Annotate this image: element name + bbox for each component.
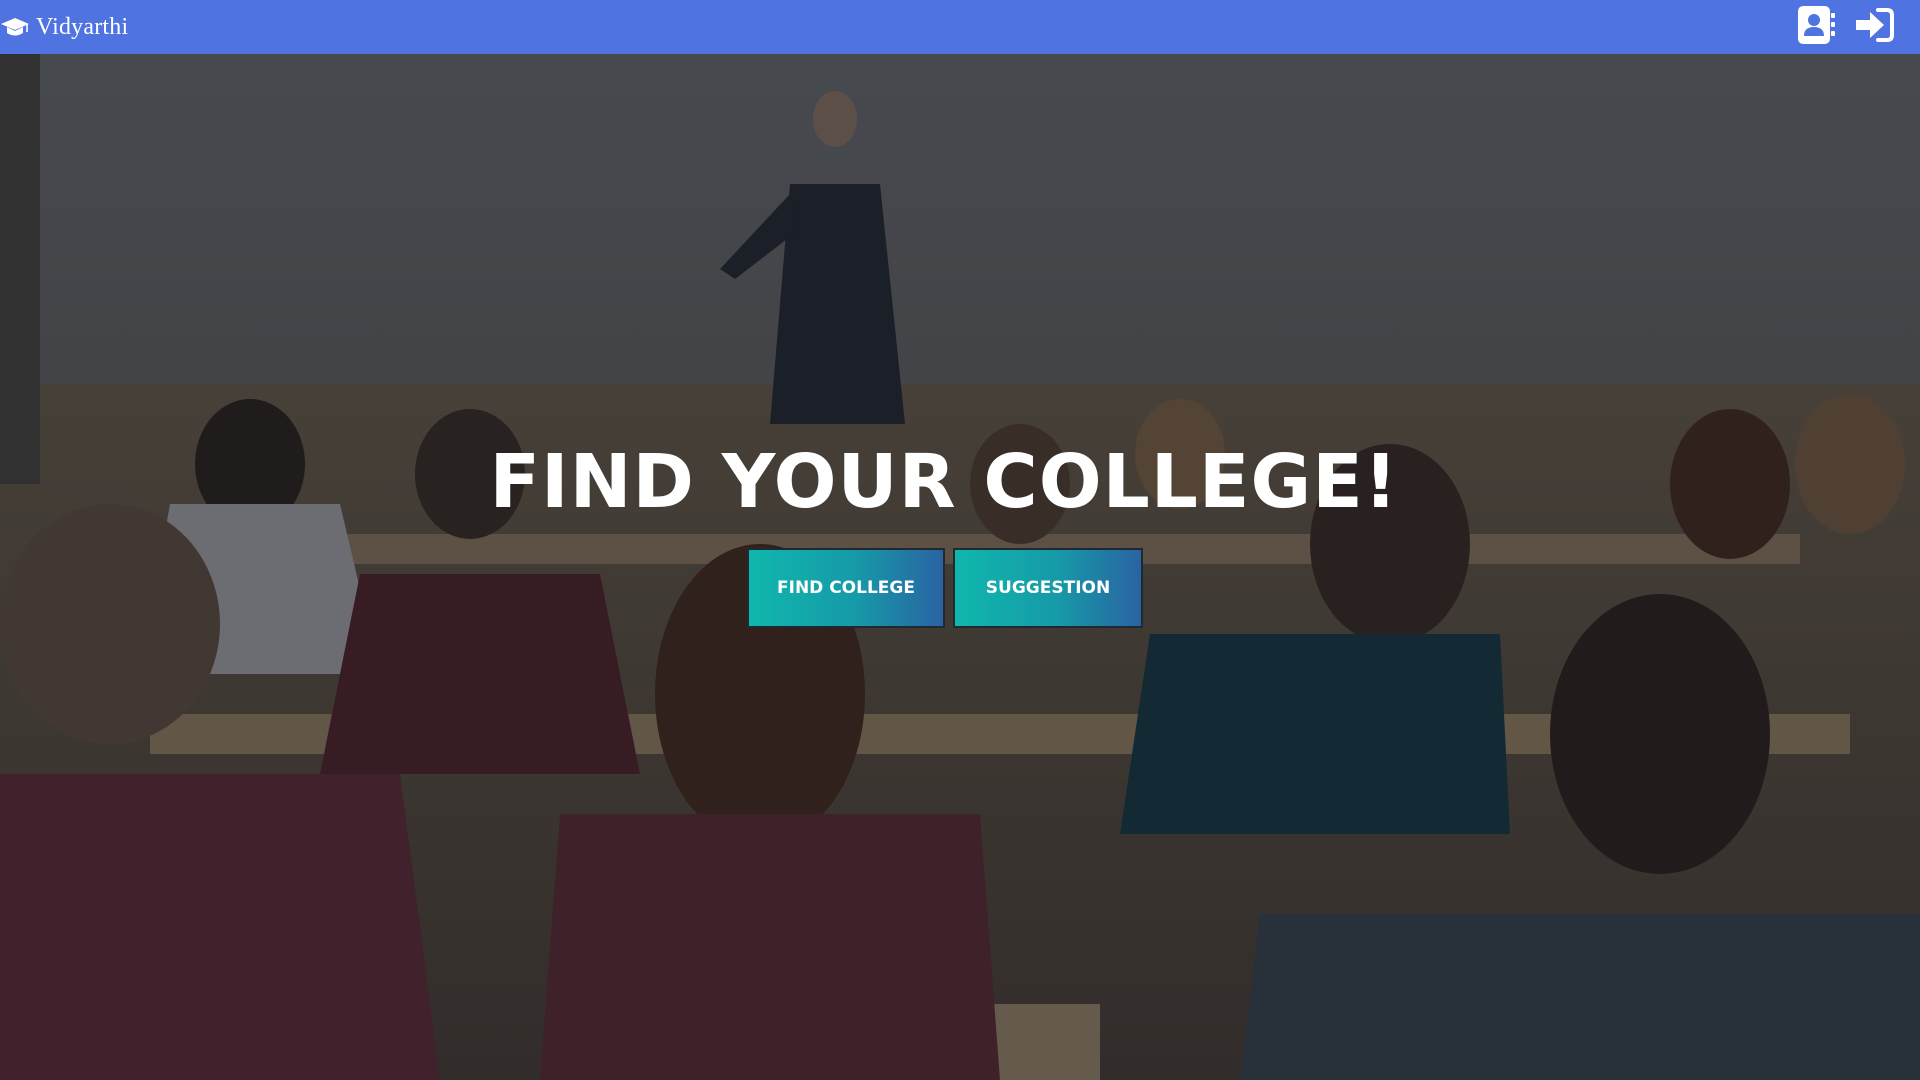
hero-buttons: FIND COLLEGE SUGGESTION	[747, 548, 1143, 628]
nav-actions	[1778, 0, 1920, 54]
login-button[interactable]	[1854, 7, 1894, 47]
hero-section: FIND YOUR COLLEGE! FIND COLLEGE SUGGESTI…	[0, 54, 1920, 1080]
suggestion-button[interactable]: SUGGESTION	[953, 548, 1143, 628]
sign-in-icon	[1854, 7, 1894, 48]
brand-logo-link[interactable]: Vidyarthi	[0, 0, 128, 54]
graduation-cap-icon	[0, 15, 30, 39]
find-college-button[interactable]: FIND COLLEGE	[747, 548, 945, 628]
brand-name: Vidyarthi	[36, 13, 129, 40]
top-navbar: Vidyarthi	[0, 0, 1920, 54]
hero-title: FIND YOUR COLLEGE!	[489, 439, 1399, 525]
contact-card-icon	[1796, 4, 1836, 51]
hero-content: FIND YOUR COLLEGE! FIND COLLEGE SUGGESTI…	[0, 54, 1920, 1080]
profile-button[interactable]	[1796, 5, 1836, 47]
